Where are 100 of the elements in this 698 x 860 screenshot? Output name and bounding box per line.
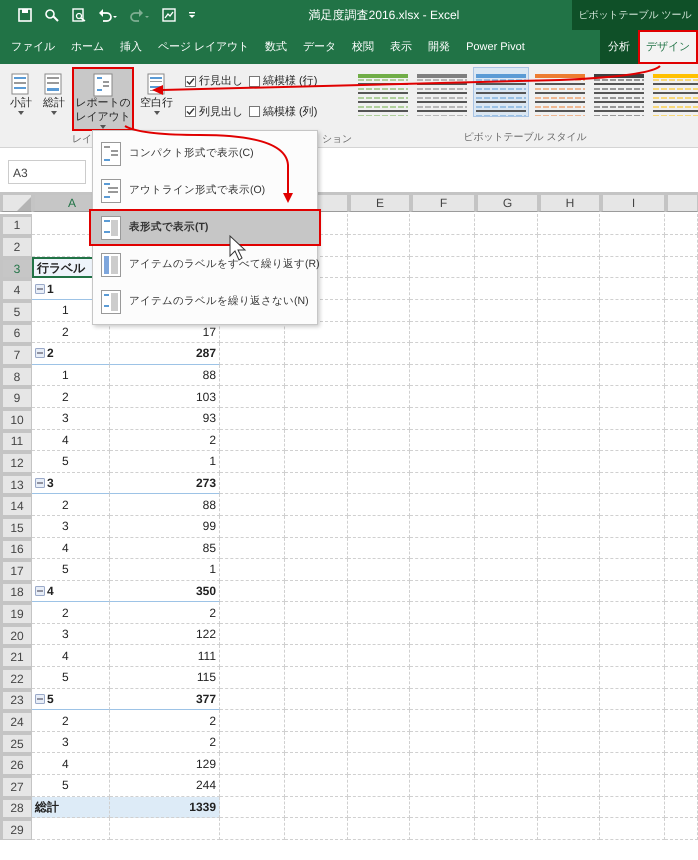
ribbon-tab[interactable]: 開発 <box>420 30 458 64</box>
table-cell: 1339 <box>110 796 220 818</box>
row-header[interactable]: 5 <box>0 300 32 322</box>
table-cell: 1 <box>110 559 220 581</box>
column-header[interactable]: E <box>348 192 410 212</box>
table-cell: 129 <box>110 753 220 776</box>
name-box[interactable]: A3 <box>8 160 86 184</box>
ribbon-button[interactable]: レポートのレイアウト <box>72 67 134 130</box>
checkbox-label: 列見出し <box>199 104 243 120</box>
ribbon-tab[interactable]: 表示 <box>382 30 420 64</box>
cell-text: 5 <box>47 690 54 708</box>
column-header[interactable]: G <box>475 192 538 212</box>
cell-text: 2 <box>47 345 54 362</box>
ribbon-tab[interactable]: 挿入 <box>112 30 150 64</box>
row-header[interactable]: 12 <box>0 451 32 473</box>
table-cell: 3 <box>32 408 110 430</box>
checkbox-label: 縞模様 (列) <box>263 104 318 120</box>
row-header[interactable]: 28 <box>0 796 32 818</box>
menu-item[interactable]: コンパクト形式で表示(C) <box>93 135 317 172</box>
row-header[interactable]: 6 <box>0 322 32 344</box>
row-header[interactable]: 24 <box>0 710 32 732</box>
table-cell: 122 <box>110 624 220 646</box>
table-cell: 93 <box>110 408 220 430</box>
table-cell: 2 <box>110 710 220 732</box>
row-header[interactable]: 15 <box>0 516 32 538</box>
row-header[interactable]: 19 <box>0 602 32 624</box>
cell-text: 4 <box>47 582 54 600</box>
table-cell: 115 <box>110 667 220 689</box>
group-label: ピボットテーブル スタイル <box>464 130 586 145</box>
row-header[interactable]: 4 <box>0 278 32 300</box>
table-cell: 2 <box>32 710 110 732</box>
ribbon-tab[interactable]: デザイン <box>638 30 698 64</box>
table-cell: 88 <box>110 494 220 516</box>
row-header[interactable]: 2 <box>0 235 32 257</box>
ribbon-tab[interactable]: 分析 <box>600 30 638 64</box>
table-cell: 4 <box>32 430 110 452</box>
ribbon-tab[interactable]: ファイル <box>3 30 63 64</box>
group-label: ション <box>322 133 352 147</box>
cell-text: 3 <box>47 475 54 492</box>
context-tab-label: ピボットテーブル ツール <box>572 0 698 30</box>
window-title: 満足度調査2016.xlsx - Excel <box>308 7 460 24</box>
checkbox-label: 行見出し <box>199 74 243 89</box>
row-header[interactable]: 29 <box>0 818 32 840</box>
menu-item[interactable]: 表形式で表示(T) <box>89 209 321 246</box>
table-cell: 88 <box>110 364 220 386</box>
row-header[interactable]: 14 <box>0 494 32 516</box>
group-label: レイ <box>72 133 92 147</box>
table-cell: 1 <box>32 364 110 386</box>
column-header[interactable]: I <box>600 192 665 212</box>
table-cell: 99 <box>110 516 220 538</box>
row-header[interactable]: 21 <box>0 645 32 668</box>
row-header[interactable]: 13 <box>0 472 32 494</box>
column-header[interactable]: H <box>538 192 600 212</box>
table-cell: 2 <box>110 602 220 624</box>
ribbon-tab[interactable]: Power Pivot <box>458 30 533 64</box>
ribbon-tab[interactable]: 数式 <box>257 30 296 64</box>
table-cell: 1 <box>110 451 220 473</box>
table-cell: 2 <box>110 430 220 452</box>
row-header[interactable]: 18 <box>0 580 32 602</box>
ribbon-tab[interactable]: データ <box>295 30 344 64</box>
row-header[interactable]: 26 <box>0 753 32 776</box>
column-header[interactable]: F <box>410 192 475 212</box>
ribbon-button[interactable]: 小計 <box>6 67 36 117</box>
row-header[interactable]: 7 <box>0 343 32 365</box>
ribbon-button[interactable]: 総計 <box>39 67 69 117</box>
table-cell: 350 <box>110 580 220 602</box>
row-header[interactable]: 16 <box>0 538 32 560</box>
table-cell: 287 <box>110 343 220 365</box>
table-cell: 4 <box>32 538 110 560</box>
table-cell: 3 <box>32 624 110 646</box>
table-cell: 111 <box>110 645 220 668</box>
row-header[interactable]: 1 <box>0 214 32 236</box>
row-header[interactable]: 8 <box>0 364 32 386</box>
ribbon-tab[interactable]: 校閲 <box>344 30 382 64</box>
row-header[interactable]: 25 <box>0 732 32 754</box>
row-header[interactable]: 27 <box>0 775 32 797</box>
row-header[interactable]: 10 <box>0 408 32 430</box>
ribbon-tab[interactable]: ページ レイアウト <box>150 30 258 64</box>
table-cell: 2 <box>32 386 110 408</box>
table-cell: 4 <box>32 753 110 776</box>
table-cell: 377 <box>110 688 220 710</box>
table-cell: 273 <box>110 472 220 494</box>
table-cell: 5 <box>32 559 110 581</box>
row-header[interactable]: 23 <box>0 688 32 710</box>
ribbon-tab[interactable]: ホーム <box>63 30 112 64</box>
table-cell: 5 <box>32 451 110 473</box>
table-cell: 2 <box>110 732 220 754</box>
table-cell: 3 <box>32 732 110 754</box>
row-header[interactable]: 17 <box>0 559 32 581</box>
row-header[interactable]: 20 <box>0 624 32 646</box>
table-cell: 5 <box>32 667 110 689</box>
cell-text: 1 <box>47 280 54 298</box>
row-header[interactable]: 11 <box>0 430 32 452</box>
row-header[interactable]: 9 <box>0 386 32 408</box>
table-cell: 総計 <box>32 796 110 818</box>
row-header[interactable]: 22 <box>0 667 32 689</box>
table-cell: 103 <box>110 386 220 408</box>
table-cell: 2 <box>32 602 110 624</box>
table-cell: 3 <box>32 516 110 538</box>
table-cell: 2 <box>32 494 110 516</box>
